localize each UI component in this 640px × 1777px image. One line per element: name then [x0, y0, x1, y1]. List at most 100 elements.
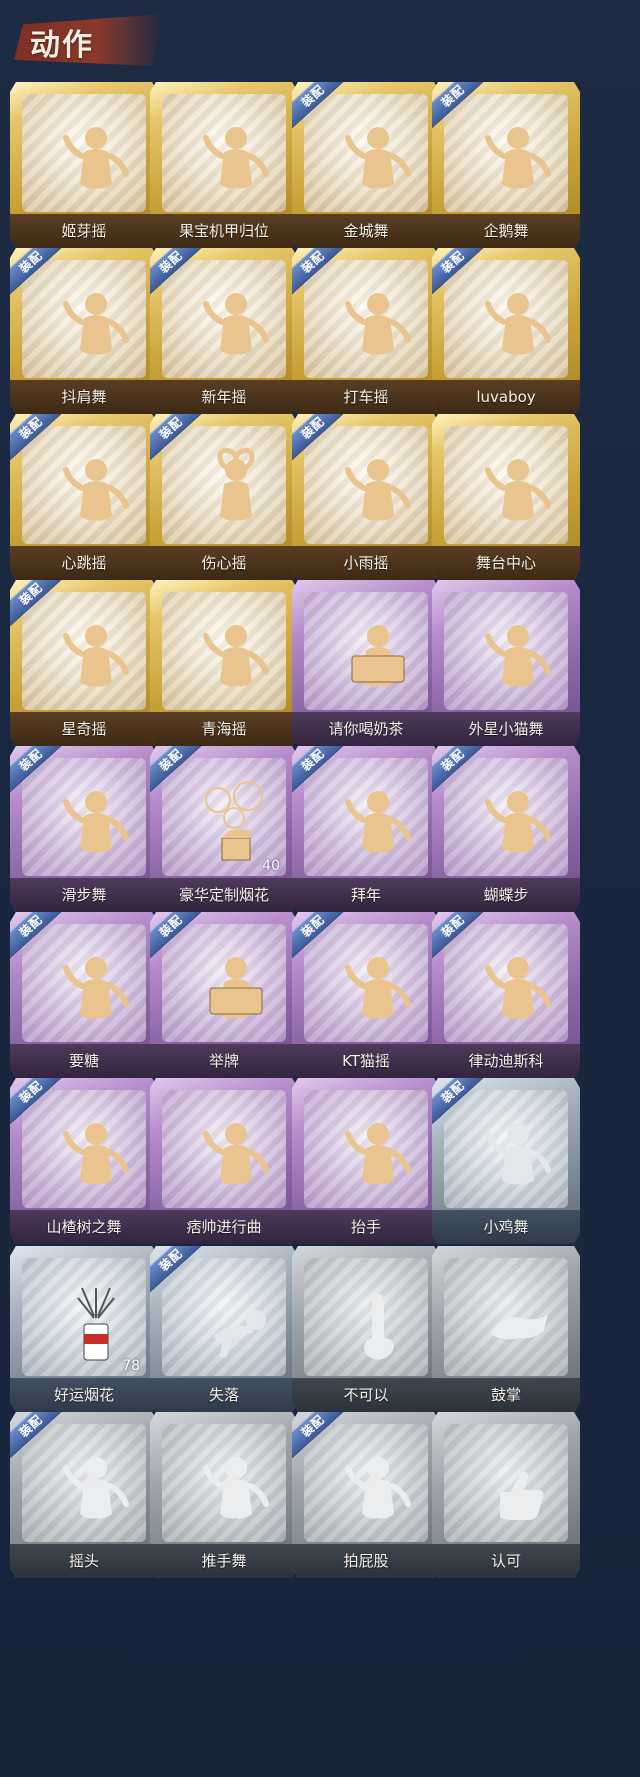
emote-card[interactable]: 不可以 [292, 1246, 440, 1412]
emote-card[interactable]: 小雨摇 装配 [292, 414, 440, 580]
emote-label: 蝴蝶步 [483, 886, 529, 904]
emote-card[interactable]: 小鸡舞 装配 [432, 1078, 580, 1244]
emote-card-art [162, 1424, 286, 1542]
emote-label: 抖肩舞 [61, 388, 107, 406]
emote-card[interactable]: 抬手 [292, 1078, 440, 1244]
dance-figure-icon [478, 114, 558, 210]
emote-card[interactable]: 滑步舞 装配 [10, 746, 158, 912]
emote-card[interactable]: 果宝机甲归位 [150, 82, 298, 248]
emote-label: 不可以 [343, 1386, 389, 1404]
emote-card[interactable]: 打车摇 装配 [292, 248, 440, 414]
emote-label: 小鸡舞 [483, 1218, 529, 1236]
emote-card-art [304, 1090, 428, 1208]
dance-figure-icon [338, 944, 418, 1040]
emote-card[interactable]: 蝴蝶步 装配 [432, 746, 580, 912]
emote-card-art [444, 260, 568, 378]
emote-card[interactable]: 鼓掌 [432, 1246, 580, 1412]
ask-figure-icon [56, 944, 136, 1040]
dance-figure-icon [478, 280, 558, 376]
emote-label: 举牌 [208, 1052, 239, 1070]
emote-card-art [444, 94, 568, 212]
emote-label: 拜年 [350, 886, 381, 904]
emote-card-art [444, 1258, 568, 1376]
emote-card[interactable]: KT猫摇 装配 [292, 912, 440, 1078]
dance-figure-icon [338, 280, 418, 376]
dance-figure-icon [56, 114, 136, 210]
emote-card[interactable]: 姬芽摇 [10, 82, 158, 248]
emote-card[interactable]: 举牌 装配 [150, 912, 298, 1078]
emote-card-art [444, 426, 568, 544]
dance-figure-icon [338, 446, 418, 542]
emote-label: 失落 [208, 1386, 239, 1404]
dance-figure-icon [478, 446, 558, 542]
emote-label: 伤心摇 [201, 554, 247, 572]
emote-card-art [304, 1258, 428, 1376]
emote-label: 山楂树之舞 [46, 1218, 122, 1236]
dance-figure-icon [478, 612, 558, 708]
dance-figure-icon [56, 778, 136, 874]
emote-label: 要糖 [68, 1052, 99, 1070]
chicken-dance-icon [478, 1110, 558, 1206]
sign-figure-icon [338, 612, 418, 708]
dance-figure-icon [478, 778, 558, 874]
emote-card[interactable]: 拍屁股 装配 [292, 1412, 440, 1578]
pat-figure-icon [338, 1444, 418, 1540]
emote-card[interactable]: luvaboy 装配 [432, 248, 580, 414]
emote-label: 企鹅舞 [483, 222, 529, 240]
emote-card-art [304, 426, 428, 544]
dance-figure-icon [56, 612, 136, 708]
emote-card[interactable]: 摇头 装配 [10, 1412, 158, 1578]
sign-figure-icon [196, 944, 276, 1040]
emote-card[interactable]: 请你喝奶茶 [292, 580, 440, 746]
emote-card-art [304, 94, 428, 212]
emote-card-art [304, 924, 428, 1042]
emote-label: KT猫摇 [342, 1052, 390, 1070]
emote-card[interactable]: 认可 [432, 1412, 580, 1578]
emote-label: 抬手 [350, 1218, 381, 1236]
emote-card[interactable]: 舞台中心 [432, 414, 580, 580]
emote-label: 好运烟花 [53, 1386, 114, 1404]
emote-label: 豪华定制烟花 [178, 886, 269, 904]
emote-card-art [444, 1424, 568, 1542]
emote-card-art [304, 260, 428, 378]
emote-card-art [22, 94, 146, 212]
emote-card[interactable]: 心跳摇 装配 [10, 414, 158, 580]
emote-label: 果宝机甲归位 [178, 222, 269, 240]
emote-card-art [22, 426, 146, 544]
emote-card-art [304, 1424, 428, 1542]
emote-card[interactable]: 新年摇 装配 [150, 248, 298, 414]
emote-card[interactable]: 金城舞 装配 [292, 82, 440, 248]
emote-card-art [162, 1258, 286, 1376]
emote-card[interactable]: 外星小猫舞 [432, 580, 580, 746]
emote-label: 推手舞 [201, 1552, 247, 1570]
emote-card-art [444, 924, 568, 1042]
emote-card[interactable]: 失落 装配 [150, 1246, 298, 1412]
emote-card-art [162, 426, 286, 544]
clap-hands-icon [478, 1278, 558, 1374]
emote-card[interactable]: 拜年 装配 [292, 746, 440, 912]
emote-label: 鼓掌 [490, 1386, 521, 1404]
emote-card[interactable]: 推手舞 [150, 1412, 298, 1578]
emote-card[interactable]: 星奇摇 装配 [10, 580, 158, 746]
emote-card[interactable]: 青海摇 [150, 580, 298, 746]
emote-card[interactable]: 伤心摇 装配 [150, 414, 298, 580]
emote-card[interactable]: 山楂树之舞 装配 [10, 1078, 158, 1244]
emote-card-art [444, 592, 568, 710]
emote-card[interactable]: 78 好运烟花 [10, 1246, 158, 1412]
dance-figure-icon [196, 1110, 276, 1206]
push-hands-icon [196, 1444, 276, 1540]
emote-label: 请你喝奶茶 [328, 720, 404, 738]
emote-card[interactable]: 要糖 装配 [10, 912, 158, 1078]
emote-card[interactable]: 抖肩舞 装配 [10, 248, 158, 414]
emote-card[interactable]: 企鹅舞 装配 [432, 82, 580, 248]
emote-card[interactable]: 40 豪华定制烟花 装配 [150, 746, 298, 912]
emote-card[interactable]: 痞帅进行曲 [150, 1078, 298, 1244]
crawl-figure-icon [196, 1278, 276, 1374]
emote-label: 姬芽摇 [61, 222, 107, 240]
emote-grid: 姬芽摇 果宝机甲归位 金城舞 装配 企鹅舞 装配 抖肩舞 装配 新年摇 装配 打车摇 装配… [0, 0, 640, 1777]
emote-label: 新年摇 [201, 388, 247, 406]
emote-label: 摇头 [68, 1552, 99, 1570]
dance-figure-icon [196, 612, 276, 708]
emote-card[interactable]: 律动迪斯科 装配 [432, 912, 580, 1078]
emote-label: 星奇摇 [61, 720, 107, 738]
